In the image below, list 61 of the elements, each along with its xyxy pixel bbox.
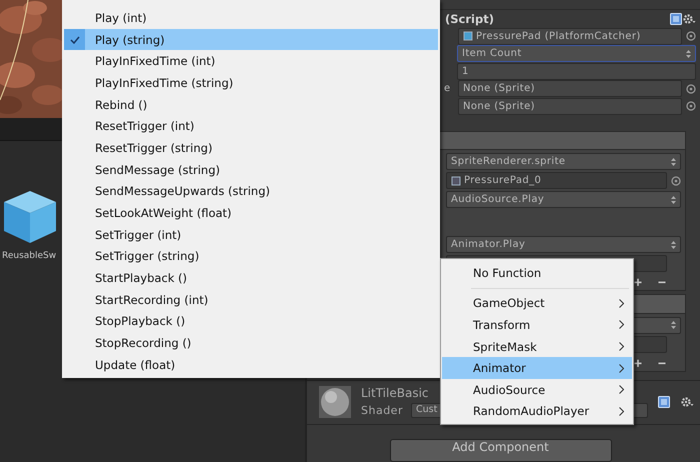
submenu-item[interactable]: SpriteMask <box>442 336 632 358</box>
submenu-item[interactable]: Animator <box>442 357 632 379</box>
target-icon[interactable] <box>671 176 681 186</box>
target-icon[interactable] <box>686 31 696 41</box>
value-field[interactable]: 1 <box>457 62 696 80</box>
settings-icon[interactable] <box>682 12 696 24</box>
menu-item[interactable]: PlayInFixedTime (int) <box>64 50 438 72</box>
updown-arrow-icon <box>671 196 676 204</box>
submenu-item[interactable]: GameObject <box>442 292 632 314</box>
menu-item[interactable]: Play (string) <box>64 28 438 50</box>
chevron-right-icon <box>619 298 624 308</box>
menu-item[interactable]: SendMessageUpwards (string) <box>64 180 438 202</box>
chevron-right-icon <box>619 406 624 416</box>
updown-arrow-icon <box>671 321 676 330</box>
menu-item[interactable]: Rebind () <box>64 94 438 116</box>
help-book-icon[interactable] <box>670 12 682 24</box>
add-component-button[interactable]: Add Component <box>390 438 612 462</box>
menu-item[interactable]: PlayInFixedTime (string) <box>64 72 438 94</box>
sprite-field[interactable]: None (Sprite) <box>458 80 682 97</box>
updown-arrow-icon <box>671 158 676 166</box>
argument-field[interactable]: PressurePad_0 <box>446 172 667 190</box>
field-label: e <box>444 83 452 94</box>
chevron-right-icon <box>619 385 624 394</box>
chevron-right-icon <box>619 320 624 330</box>
updown-arrow-icon <box>671 240 676 249</box>
function-dropdown[interactable]: AudioSource.Play <box>446 191 681 208</box>
menu-item[interactable]: SendMessage (string) <box>64 158 438 180</box>
shader-label: Shader <box>361 404 403 418</box>
menu-item[interactable]: ResetTrigger (string) <box>64 137 438 159</box>
menu-item[interactable]: StopPlayback () <box>64 310 438 332</box>
menu-item[interactable]: Update (float) <box>64 354 438 376</box>
menu-item[interactable]: StopRecording () <box>64 332 438 354</box>
chevron-right-icon <box>619 342 624 352</box>
submenu-item[interactable]: No Function <box>442 262 632 284</box>
menu-item[interactable]: SetTrigger (int) <box>64 224 438 246</box>
menu-item[interactable]: ResetTrigger (int) <box>64 115 438 138</box>
submenu-item[interactable]: AudioSource <box>442 378 632 401</box>
help-book-icon[interactable] <box>658 396 670 408</box>
cube-icon[interactable] <box>2 189 58 245</box>
chevron-right-icon <box>619 364 624 373</box>
menu-item[interactable]: Play (int) <box>64 7 438 29</box>
menu-item[interactable]: StartRecording (int) <box>64 288 438 311</box>
settings-icon[interactable] <box>680 396 694 408</box>
updown-arrow-icon <box>686 50 691 58</box>
sprite-icon <box>463 31 473 41</box>
sprite-icon <box>451 176 461 186</box>
submenu-item[interactable]: Transform <box>442 314 632 336</box>
sphere-icon <box>319 386 351 418</box>
function-dropdown[interactable]: SpriteRenderer.sprite <box>446 153 681 170</box>
object-field[interactable]: PressurePad (PlatformCatcher) <box>458 28 682 44</box>
menu-item[interactable]: StartPlayback () <box>64 267 438 289</box>
sprite-field[interactable]: None (Sprite) <box>458 98 682 114</box>
menu-item[interactable]: SetTrigger (string) <box>64 246 438 268</box>
menu-item[interactable]: SetLookAtWeight (float) <box>64 202 438 224</box>
asset-name: ReusableSw <box>2 251 56 261</box>
method-dropdown[interactable]: Item Count <box>457 45 696 62</box>
submenu-item[interactable]: RandomAudioPlayer <box>442 400 632 422</box>
function-dropdown[interactable]: Animator.Play <box>446 236 681 254</box>
component-title: (Script) <box>445 12 495 26</box>
material-name: LitTileBasic <box>361 386 429 400</box>
checkmark-icon <box>70 36 80 44</box>
